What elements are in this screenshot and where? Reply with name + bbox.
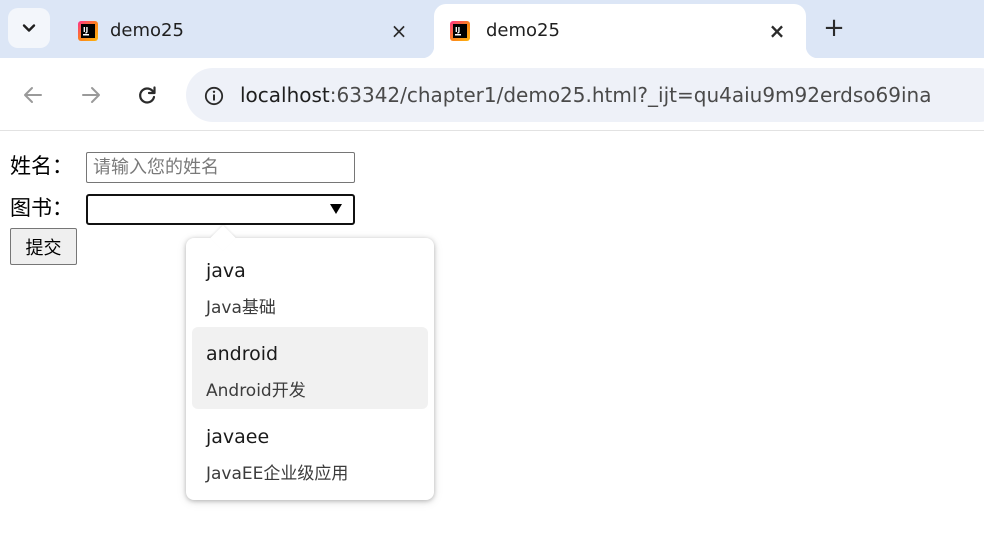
datalist-popup: java Java基础 android Android开发 javaee Jav…	[186, 225, 434, 500]
svg-text:IJ: IJ	[455, 26, 460, 34]
tab-title: demo25	[110, 20, 184, 41]
page-content: 姓名： 图书： 提交 java Java基础 android Android开发…	[0, 132, 984, 543]
jetbrains-icon: IJ	[78, 21, 98, 41]
tab-demo25-inactive[interactable]: IJ demo25 ×	[58, 4, 422, 58]
jetbrains-icon: IJ	[450, 21, 470, 41]
triangle-down-icon[interactable]	[329, 202, 343, 216]
name-input[interactable]	[86, 152, 355, 183]
arrow-left-icon	[24, 87, 42, 103]
forward-button[interactable]	[74, 78, 108, 112]
option-value: android	[206, 343, 279, 365]
option-label: JavaEE企业级应用	[206, 464, 349, 484]
book-label: 图书：	[10, 196, 73, 220]
submit-button[interactable]: 提交	[10, 228, 77, 265]
tab-title: demo25	[486, 20, 560, 41]
url-path: :63342/chapter1/demo25.html?_ijt=qu4aiu9…	[329, 83, 932, 107]
new-tab-button[interactable]: +	[818, 12, 850, 44]
datalist-option-java[interactable]: java Java基础	[192, 244, 428, 326]
back-button[interactable]	[16, 78, 50, 112]
tab-close-button[interactable]: ×	[386, 18, 412, 44]
url-text[interactable]: localhost:63342/chapter1/demo25.html?_ij…	[240, 83, 931, 107]
option-value: javaee	[206, 426, 270, 448]
reload-button[interactable]	[130, 78, 164, 112]
tab-strip: IJ demo25 × IJ demo25 × +	[0, 0, 984, 58]
svg-text:IJ: IJ	[83, 26, 88, 34]
address-bar[interactable]: localhost:63342/chapter1/demo25.html?_ij…	[186, 68, 984, 122]
tab-close-button[interactable]: ×	[764, 18, 790, 44]
url-host: localhost	[240, 83, 330, 107]
reload-icon	[139, 86, 156, 104]
info-icon[interactable]	[204, 86, 224, 106]
arrow-right-icon	[82, 87, 100, 103]
tab-demo25-active[interactable]: IJ demo25 ×	[422, 4, 818, 58]
name-label: 姓名：	[10, 154, 73, 178]
browser-toolbar: localhost:63342/chapter1/demo25.html?_ij…	[0, 58, 984, 131]
option-label: Android开发	[206, 381, 306, 401]
chevron-down-icon	[22, 24, 36, 32]
book-input[interactable]	[86, 194, 355, 225]
option-value: java	[206, 260, 246, 282]
option-label: Java基础	[206, 298, 276, 318]
datalist-option-javaee[interactable]: javaee JavaEE企业级应用	[192, 410, 428, 492]
datalist-option-android[interactable]: android Android开发	[192, 327, 428, 409]
tab-search-button[interactable]	[8, 8, 50, 48]
